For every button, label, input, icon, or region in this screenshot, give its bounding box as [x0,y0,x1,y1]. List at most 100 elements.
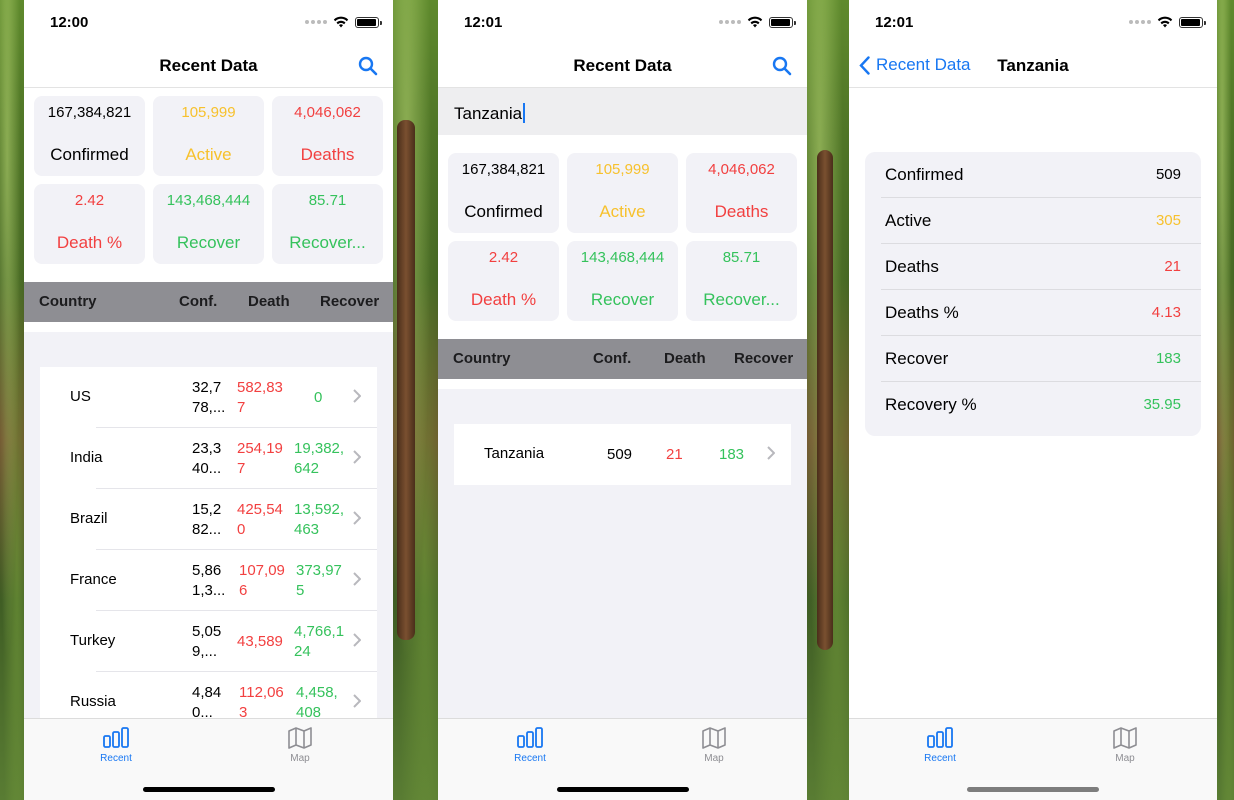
navbar: Recent Data [438,44,807,88]
map-icon [702,727,726,749]
card-recover-pct: 85.71 Recover... [686,241,797,321]
status-bar: 12:00 [24,0,393,44]
bar-chart-icon [927,727,953,748]
card-death-pct: 2.42 Death % [448,241,559,321]
summary-area: 167,384,821 Confirmed 105,999 Active 4,0… [24,88,393,282]
map-icon [288,727,312,749]
page-title: Tanzania [997,56,1069,75]
card-confirmed: 167,384,821 Confirmed [34,96,145,176]
background-mid-2 [807,0,849,800]
search-result-list[interactable]: Tanzania 509 21 183 [454,424,791,485]
tab-recent[interactable]: Recent [910,727,970,764]
header-country: Country [453,350,511,367]
tab-map[interactable]: Map [1095,727,1155,764]
summary-area: 167,384,821 Confirmed 105,999 Active 4,0… [438,135,807,339]
signal-icon [305,20,327,24]
text-caret [523,103,526,123]
tab-map[interactable]: Map [270,727,330,764]
wifi-icon [747,16,763,28]
battery-icon [769,16,796,28]
tab-map[interactable]: Map [684,727,744,764]
chevron-right-icon [353,389,361,403]
card-deaths: 4,046,062 Deaths [686,153,797,233]
tab-bar: Recent Map [24,718,393,800]
chevron-right-icon [353,450,361,464]
status-time: 12:01 [875,14,914,31]
chevron-right-icon [353,511,361,525]
phone-recent-list: 12:00 Recent Data 167,384,821 Confirmed … [24,0,393,800]
card-active: 105,999 Active [153,96,264,176]
battery-icon [1179,16,1206,28]
chevron-right-icon [767,446,775,460]
header-recover: Recover [320,293,380,310]
home-indicator [967,787,1099,792]
signal-icon [1129,20,1151,24]
map-icon [1113,727,1137,749]
card-recover: 143,468,444 Recover [567,241,678,321]
background-left [0,0,24,800]
wifi-icon [1157,16,1173,28]
country-detail-card: Confirmed 509 Active 305 Deaths 21 Death… [865,152,1201,436]
detail-row: Confirmed 509 [865,152,1201,198]
card-death-pct: 2.42 Death % [34,184,145,264]
bar-chart-icon [517,727,543,748]
chevron-right-icon [353,633,361,647]
country-list[interactable]: US 32,778,... 582,837 0 India 23,340... … [40,367,377,718]
table-header: Country Conf. Death Recover [24,282,393,322]
status-icons [1129,16,1206,28]
detail-row: Recovery % 35.95 [885,395,1181,414]
background-right [1217,0,1234,800]
table-row[interactable]: Russia 4,840... 112,063 4,458,408 [40,672,377,718]
search-icon[interactable] [771,55,793,77]
status-icons [719,16,796,28]
detail-row: Deaths % 4.13 [865,290,1201,336]
status-time: 12:01 [464,14,503,31]
tab-bar: Recent Map [438,718,807,800]
table-row[interactable]: Turkey 5,059,... 43,589 4,766,124 [40,611,377,672]
header-death: Death [664,350,706,367]
search-icon[interactable] [357,55,379,77]
status-icons [305,16,382,28]
chevron-right-icon [353,572,361,586]
phone-country-detail: 12:01 Recent Data Tanzania Confirmed 509… [849,0,1217,800]
wifi-icon [333,16,349,28]
phone-search-results: 12:01 Recent Data Tanzania 167,384,821 C… [438,0,807,800]
header-country: Country [39,293,97,310]
background-mid-1 [393,0,438,800]
card-deaths: 4,046,062 Deaths [272,96,383,176]
header-conf: Conf. [179,293,218,310]
tab-bar: Recent Map [849,718,1217,800]
tab-recent[interactable]: Recent [86,727,146,764]
home-indicator [556,787,689,792]
detail-row: Active 305 [865,198,1201,244]
tab-recent[interactable]: Recent [500,727,560,764]
table-header: Country Conf. Death Recover [438,339,807,379]
header-death: Death [248,293,290,310]
table-row[interactable]: US 32,778,... 582,837 0 [40,367,377,428]
table-row[interactable]: Brazil 15,282... 425,540 13,592,463 [40,489,377,550]
chevron-right-icon [353,694,361,708]
battery-icon [355,16,382,28]
status-time: 12:00 [50,14,89,31]
navbar: Recent Data Tanzania [849,44,1217,88]
card-recover: 143,468,444 Recover [153,184,264,264]
header-recover: Recover [734,350,794,367]
card-recover-pct: 85.71 Recover... [272,184,383,264]
detail-row: Deaths 21 [865,244,1201,290]
table-row[interactable]: India 23,340... 254,197 19,382,642 [40,428,377,489]
page-title: Recent Data [159,56,258,75]
card-active: 105,999 Active [567,153,678,233]
home-indicator [142,787,275,792]
header-conf: Conf. [593,350,632,367]
signal-icon [719,20,741,24]
table-row[interactable]: France 5,861,3... 107,096 373,975 [40,550,377,611]
search-input[interactable]: Tanzania [438,88,807,135]
navbar: Recent Data [24,44,393,88]
bar-chart-icon [103,727,129,748]
card-confirmed: 167,384,821 Confirmed [448,153,559,233]
page-title: Recent Data [573,56,672,75]
status-bar: 12:01 [438,0,807,44]
detail-row: Recover 183 [865,336,1201,382]
table-row[interactable]: Tanzania 509 21 183 [454,424,791,485]
status-bar: 12:01 [849,0,1217,44]
